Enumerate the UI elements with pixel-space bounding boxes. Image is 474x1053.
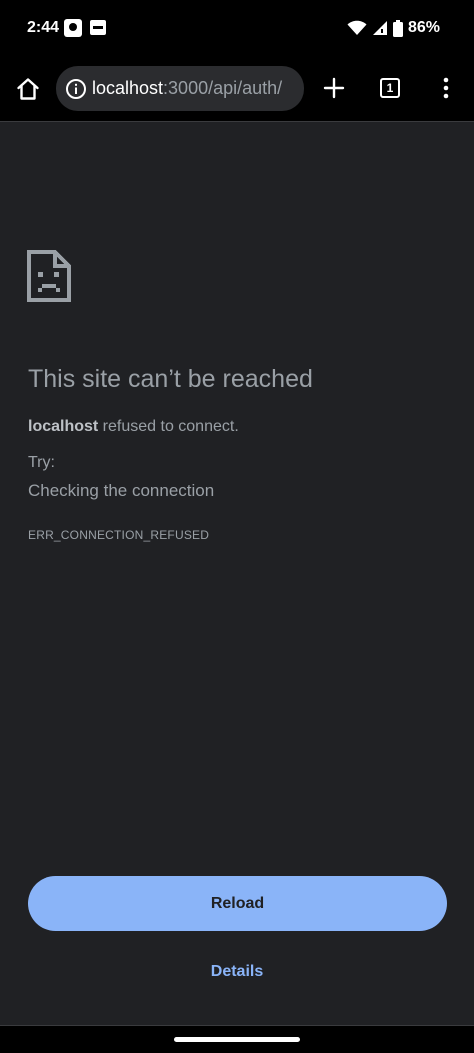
error-code: ERR_CONNECTION_REFUSED — [28, 528, 210, 542]
error-host: localhost — [28, 418, 99, 435]
notification-app-icon — [64, 19, 82, 37]
url-host: localhost — [92, 78, 164, 98]
navigation-bar — [0, 1025, 474, 1053]
tab-switcher-button[interactable]: 1 — [380, 78, 400, 98]
browser-screen: 2:44 86% localhost:3000/api/auth/ 1 This… — [0, 0, 474, 1053]
status-bar: 2:44 86% — [0, 0, 474, 56]
browser-toolbar: localhost:3000/api/auth/ 1 — [0, 56, 474, 122]
sad-page-icon — [27, 250, 71, 302]
status-time: 2:44 — [27, 19, 60, 36]
try-label: Try: — [28, 454, 55, 471]
battery-icon — [392, 19, 403, 37]
more-vert-icon[interactable] — [438, 75, 454, 101]
home-icon[interactable] — [14, 75, 42, 103]
info-icon[interactable] — [65, 78, 87, 100]
battery-percent: 86% — [407, 19, 440, 36]
error-message: refused to connect. — [98, 418, 239, 435]
error-summary: localhost refused to connect. — [28, 416, 239, 438]
address-bar[interactable]: localhost:3000/api/auth/ — [56, 66, 304, 111]
signal-icon — [372, 20, 388, 36]
wifi-icon — [347, 20, 367, 36]
gesture-handle[interactable] — [174, 1037, 300, 1042]
url-text: localhost:3000/api/auth/ — [92, 66, 282, 111]
details-button[interactable]: Details — [0, 961, 474, 983]
url-path: :3000/api/auth/ — [163, 78, 283, 98]
notification-gmail-icon — [90, 20, 106, 35]
status-indicators: 86% — [347, 17, 440, 39]
new-tab-plus-icon[interactable] — [321, 75, 347, 101]
reload-button[interactable]: Reload — [28, 876, 447, 931]
suggestion-item: Checking the connection — [28, 481, 215, 500]
error-title: This site can’t be reached — [28, 365, 313, 393]
